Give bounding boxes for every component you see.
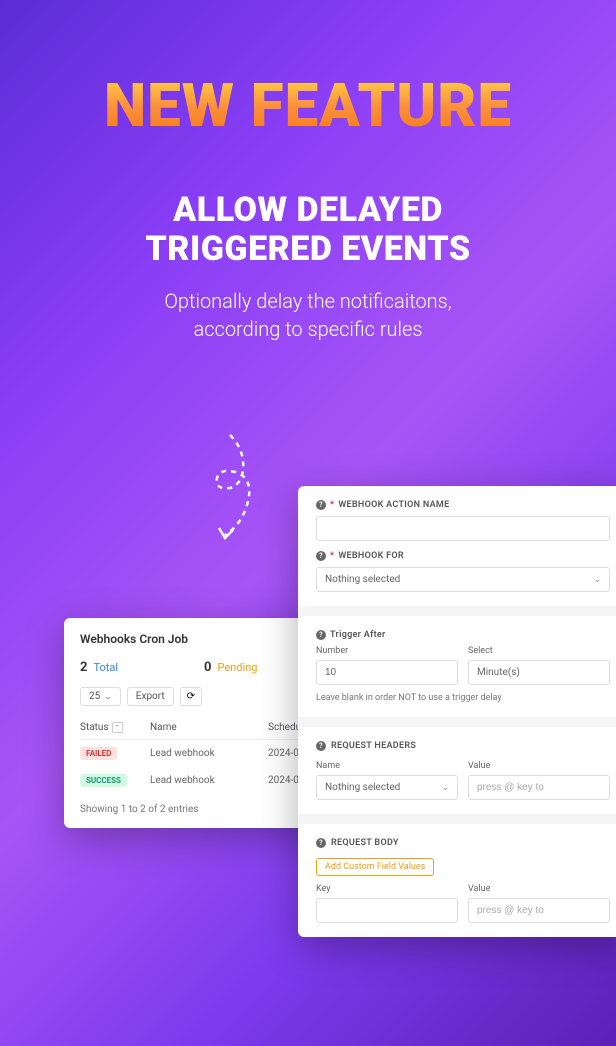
chevron-down-icon: ⌄: [441, 783, 449, 793]
header-value-input[interactable]: [468, 775, 610, 800]
export-button[interactable]: Export: [127, 687, 174, 706]
cron-title: Webhooks Cron Job: [80, 632, 328, 646]
table-header: Status ⌃ Name Scheduled: [80, 716, 328, 740]
number-label: Number: [316, 646, 458, 656]
trigger-after-label: ? Trigger After: [316, 630, 610, 640]
table-row[interactable]: FAILED Lead webhook 2024-03-2: [80, 740, 328, 767]
status-badge: SUCCESS: [80, 774, 127, 787]
toolbar: 25 ⌄ Export ⟳: [80, 687, 328, 706]
form-card: ? * WEBHOOK ACTION NAME ? * WEBHOOK FOR …: [298, 486, 616, 937]
hero-title: NEW FEATURE: [0, 70, 616, 141]
th-name[interactable]: Name: [150, 722, 268, 733]
refresh-icon: ⟳: [187, 691, 195, 702]
table-row[interactable]: SUCCESS Lead webhook 2024-03-2: [80, 767, 328, 794]
description: Optionally delay the notificaitons, acco…: [0, 287, 616, 343]
stat-total[interactable]: 2 Total: [80, 660, 204, 675]
body-key-label: Key: [316, 884, 458, 894]
request-headers-title: ? REQUEST HEADERS: [316, 741, 610, 751]
help-icon[interactable]: ?: [316, 551, 326, 561]
header-name-label: Name: [316, 761, 458, 771]
help-icon[interactable]: ?: [316, 741, 326, 751]
body-value-input[interactable]: [468, 898, 610, 923]
body-value-label: Value: [468, 884, 610, 894]
webhook-for-label: ? * WEBHOOK FOR: [316, 551, 610, 561]
page-size-select[interactable]: 25 ⌄: [80, 687, 121, 706]
webhook-for-select[interactable]: Nothing selected ⌄: [316, 567, 610, 592]
help-icon[interactable]: ?: [316, 838, 326, 848]
request-body-title: ? REQUEST BODY: [316, 838, 610, 848]
chevron-down-icon: ⌄: [104, 692, 112, 702]
action-name-label: ? * WEBHOOK ACTION NAME: [316, 500, 610, 510]
status-badge: FAILED: [80, 747, 117, 760]
table-footer: Showing 1 to 2 of 2 entries: [80, 804, 328, 815]
number-input[interactable]: [316, 660, 458, 685]
arrow-decoration: [195, 430, 285, 550]
trigger-hint: Leave blank in order NOT to use a trigge…: [316, 693, 610, 703]
header-value-label: Value: [468, 761, 610, 771]
help-icon[interactable]: ?: [316, 630, 326, 640]
body-key-input[interactable]: [316, 898, 458, 923]
chevron-down-icon: ⌄: [593, 575, 601, 585]
select-label: Select: [468, 646, 610, 656]
action-name-input[interactable]: [316, 516, 610, 541]
th-status[interactable]: Status ⌃: [80, 722, 150, 733]
add-custom-button[interactable]: Add Custom Field Values: [316, 858, 434, 876]
stats-row: 2 Total 0 Pending: [80, 660, 328, 675]
header-name-select[interactable]: Nothing selected ⌄: [316, 775, 458, 800]
sort-icon: ⌃: [112, 722, 123, 733]
unit-select[interactable]: Minute(s): [468, 660, 610, 685]
subtitle: ALLOW DELAYED TRIGGERED EVENTS: [0, 191, 616, 269]
help-icon[interactable]: ?: [316, 500, 326, 510]
refresh-button[interactable]: ⟳: [180, 687, 202, 706]
